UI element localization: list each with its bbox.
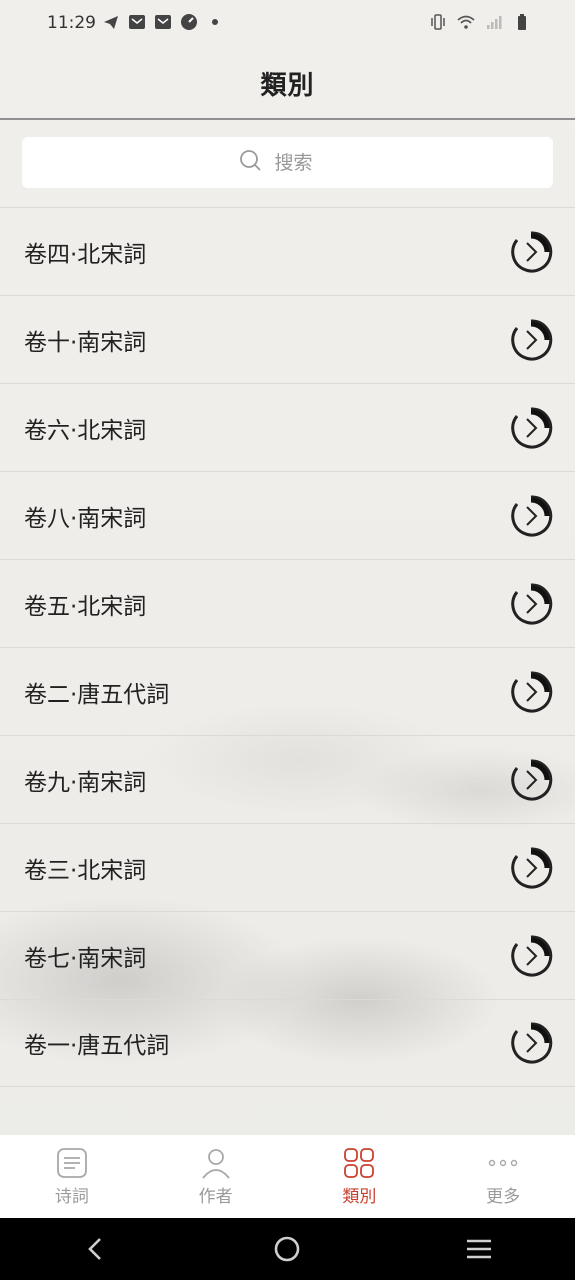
person-icon bbox=[201, 1149, 230, 1179]
search-icon bbox=[239, 149, 263, 177]
vibrate-icon bbox=[429, 13, 447, 31]
list-item[interactable]: 卷三·北宋詞 bbox=[0, 823, 575, 911]
category-label: 卷二·唐五代詞 bbox=[24, 681, 170, 708]
battery-icon bbox=[513, 13, 531, 31]
list-item[interactable]: 卷六·北宋詞 bbox=[0, 383, 575, 471]
category-label: 卷六·北宋詞 bbox=[24, 417, 147, 444]
category-label: 卷十·南宋詞 bbox=[24, 329, 147, 356]
wifi-icon bbox=[457, 13, 475, 31]
list-item[interactable]: 卷五·北宋詞 bbox=[0, 559, 575, 647]
signal-icon bbox=[485, 13, 503, 31]
category-label: 卷七·南宋詞 bbox=[24, 945, 147, 972]
chevron-right-circle-icon bbox=[511, 494, 553, 536]
chevron-right-circle-icon bbox=[511, 934, 553, 976]
tab-authors[interactable]: 作者 bbox=[144, 1135, 288, 1218]
recents-button[interactable] bbox=[449, 1229, 509, 1269]
category-label: 卷一·唐五代詞 bbox=[24, 1033, 170, 1059]
home-circle-icon bbox=[275, 1236, 300, 1262]
list-item[interactable]: 卷七·南宋詞 bbox=[0, 911, 575, 999]
page-header: 類別 bbox=[0, 48, 575, 120]
status-bar: 11:29 bbox=[0, 0, 575, 48]
chevron-right-circle-icon bbox=[511, 582, 553, 624]
home-button[interactable] bbox=[257, 1229, 317, 1269]
tab-label: 更多 bbox=[486, 1187, 521, 1207]
speedometer-icon bbox=[180, 13, 198, 31]
back-chevron-icon bbox=[87, 1238, 101, 1260]
chevron-right-circle-icon bbox=[511, 406, 553, 448]
category-label: 卷三·北宋詞 bbox=[24, 857, 147, 884]
tab-label: 作者 bbox=[198, 1187, 233, 1207]
tab-poems[interactable]: 诗詞 bbox=[0, 1135, 144, 1218]
status-time: 11:29 bbox=[47, 13, 96, 33]
search-box[interactable] bbox=[22, 137, 553, 188]
category-list: 卷四·北宋詞 卷十·南宋詞 卷六·北宋詞 卷八·南宋詞 卷五·北宋詞 卷二·唐五… bbox=[0, 207, 575, 1087]
chevron-right-circle-icon bbox=[511, 318, 553, 360]
chevron-right-circle-icon bbox=[511, 230, 553, 272]
mail-icon bbox=[154, 13, 172, 31]
list-item[interactable]: 卷二·唐五代詞 bbox=[0, 647, 575, 735]
tab-label: 诗詞 bbox=[54, 1187, 89, 1207]
chevron-right-circle-icon bbox=[511, 758, 553, 800]
list-item[interactable]: 卷十·南宋詞 bbox=[0, 295, 575, 383]
category-label: 卷八·南宋詞 bbox=[24, 505, 147, 532]
list-item[interactable]: 卷八·南宋詞 bbox=[0, 471, 575, 559]
page-title: 類別 bbox=[260, 70, 315, 101]
category-label: 卷五·北宋詞 bbox=[24, 593, 147, 620]
tab-categories[interactable]: 類別 bbox=[288, 1135, 432, 1218]
chevron-right-circle-icon bbox=[511, 670, 553, 712]
search-bar[interactable] bbox=[22, 137, 553, 188]
chevron-right-circle-icon bbox=[511, 1022, 553, 1064]
back-button[interactable] bbox=[66, 1229, 126, 1269]
more-dots-icon bbox=[488, 1159, 518, 1167]
category-label: 卷四·北宋詞 bbox=[24, 241, 147, 268]
list-item[interactable]: 卷一·唐五代詞 bbox=[0, 999, 575, 1087]
status-notification-icons bbox=[102, 13, 224, 31]
category-label: 卷九·南宋詞 bbox=[24, 769, 147, 796]
mail-icon bbox=[128, 13, 146, 31]
list-item[interactable]: 卷九·南宋詞 bbox=[0, 735, 575, 823]
document-list-icon bbox=[56, 1148, 87, 1178]
tab-label: 類別 bbox=[342, 1187, 377, 1207]
chevron-right-circle-icon bbox=[511, 846, 553, 888]
category-grid-icon bbox=[344, 1148, 375, 1178]
menu-lines-icon bbox=[467, 1239, 492, 1259]
system-nav-bar bbox=[0, 1218, 575, 1280]
bottom-tab-bar: 诗詞 作者 類別 更多 bbox=[0, 1135, 575, 1218]
tab-more[interactable]: 更多 bbox=[431, 1135, 575, 1218]
search-input[interactable] bbox=[272, 150, 337, 175]
dot-icon bbox=[206, 13, 224, 31]
list-item[interactable]: 卷四·北宋詞 bbox=[0, 207, 575, 295]
telegram-icon bbox=[102, 13, 120, 31]
status-system-icons bbox=[429, 13, 531, 31]
